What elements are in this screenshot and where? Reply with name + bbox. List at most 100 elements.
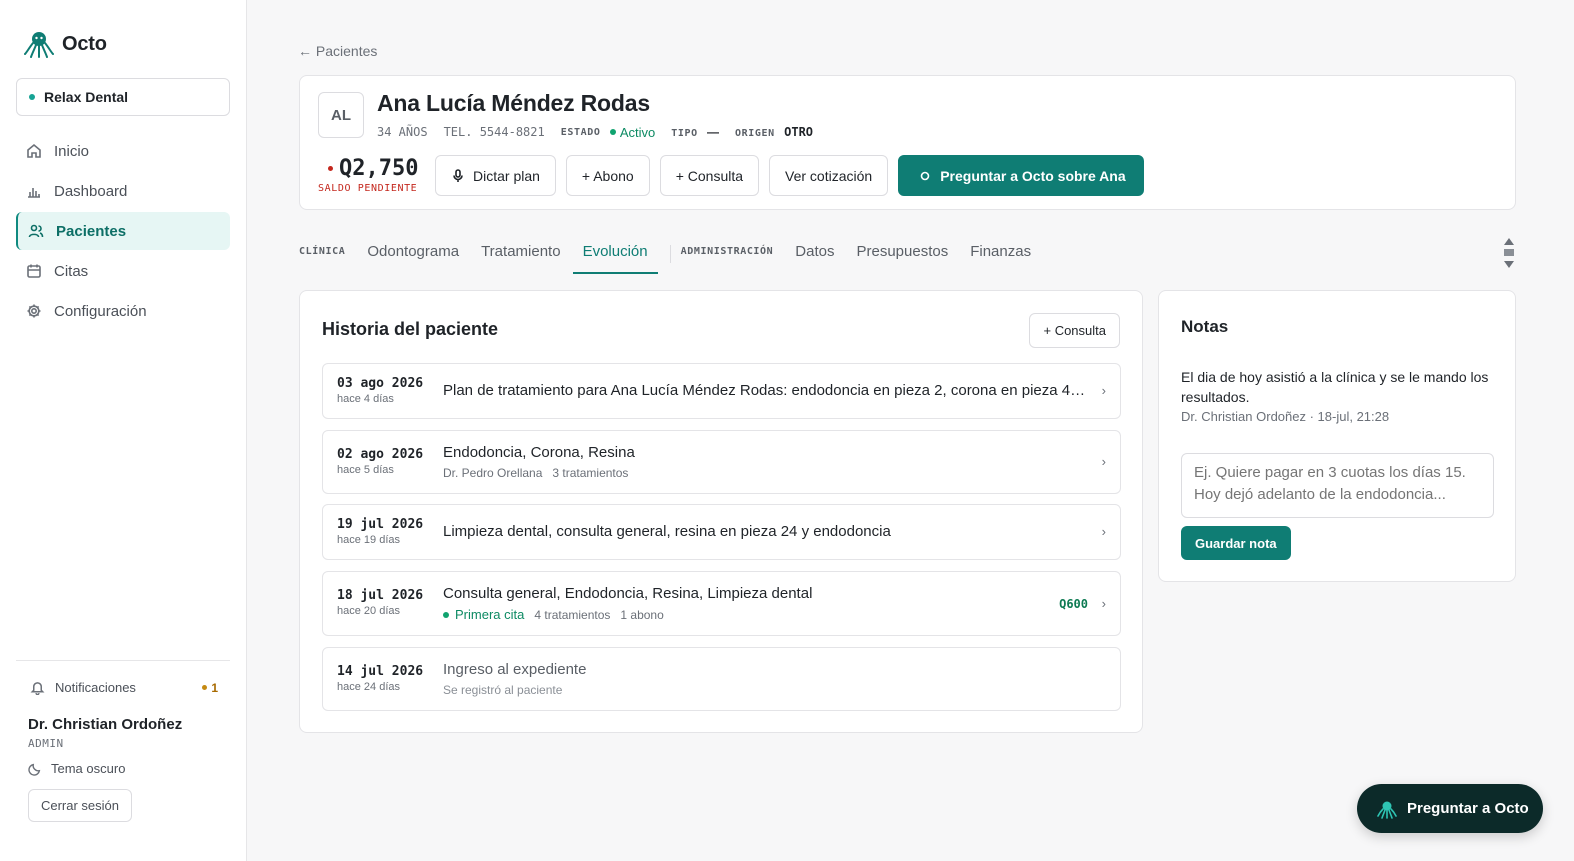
save-note-button[interactable]: Guardar nota	[1181, 526, 1291, 560]
sidebar-divider	[16, 660, 230, 661]
user-role: ADMIN	[28, 737, 64, 750]
sidebar-item-configuracion[interactable]: Configuración	[16, 292, 230, 330]
estado-label: ESTADO	[560, 127, 601, 138]
back-to-patients-link[interactable]: ← Pacientes	[298, 43, 377, 59]
add-consult-button[interactable]: + Consulta	[659, 155, 760, 196]
history-add-consult-button[interactable]: + Consulta	[1029, 313, 1120, 348]
tipo-label: TIPO	[671, 127, 698, 139]
sidebar-item-inicio[interactable]: Inicio	[16, 132, 230, 170]
entry-subtitle: Se registró al paciente	[443, 683, 563, 697]
history-entry: 14 jul 2026 hace 24 días Ingreso al expe…	[322, 647, 1121, 711]
sidebar-item-label: Configuración	[54, 302, 147, 320]
clinic-selector[interactable]: Relax Dental	[16, 78, 230, 116]
user-name: Dr. Christian Ordoñez	[28, 716, 183, 733]
entry-treatments: 4 tratamientos	[534, 607, 611, 622]
patient-tabs: CLÍNICA Odontograma Tratamiento Evolució…	[299, 236, 1053, 274]
entry-date: 14 jul 2026	[337, 664, 424, 679]
dictate-plan-button[interactable]: Dictar plan	[435, 155, 556, 196]
view-quote-button[interactable]: Ver cotización	[769, 155, 889, 196]
estado-value: Activo	[619, 124, 656, 140]
tab-finanzas[interactable]: Finanzas	[970, 236, 1031, 272]
history-entry[interactable]: 19 jul 2026 hace 19 días Limpieza dental…	[322, 504, 1121, 560]
patient-tipo: TIPO —	[671, 125, 719, 139]
octopus-icon	[1377, 801, 1397, 819]
users-icon	[28, 224, 44, 238]
first-visit-label: Primera cita	[455, 607, 525, 622]
tab-datos[interactable]: Datos	[795, 236, 834, 272]
entry-title: Ingreso al expediente	[443, 661, 587, 678]
patient-actions: Dictar plan + Abono + Consulta Ver cotiz…	[435, 155, 1144, 196]
history-entry[interactable]: 18 jul 2026 hace 20 días Consulta genera…	[322, 571, 1121, 636]
note-input[interactable]	[1181, 453, 1494, 518]
patient-name: Ana Lucía Méndez Rodas	[377, 90, 650, 116]
history-entry[interactable]: 03 ago 2026 hace 4 días Plan de tratamie…	[322, 363, 1121, 419]
origen-value: OTRO	[784, 124, 814, 139]
sidebar-item-label: Inicio	[54, 142, 90, 160]
entry-date: 19 jul 2026	[337, 517, 424, 532]
clinic-status-dot	[29, 94, 35, 100]
sidebar-item-dashboard[interactable]: Dashboard	[16, 172, 230, 210]
home-icon	[27, 143, 41, 158]
tab-presupuestos[interactable]: Presupuestos	[856, 236, 948, 272]
chevron-right-icon: ›	[1101, 596, 1106, 611]
note-text: El dia de hoy asistió a la clínica y se …	[1181, 369, 1489, 405]
entry-amount: Q600	[1059, 597, 1088, 611]
notifications-link[interactable]: Notificaciones 1	[30, 680, 218, 695]
entry-title: Endodoncia, Corona, Resina	[443, 444, 635, 461]
dictate-plan-label: Dictar plan	[473, 167, 540, 184]
tab-odontograma[interactable]: Odontograma	[367, 236, 459, 272]
balance-amount-row: Q2,750	[318, 156, 420, 181]
entry-date: 03 ago 2026	[337, 376, 424, 391]
origen-label: ORIGEN	[735, 127, 775, 139]
sidebar-nav: Inicio Dashboard Pacientes Citas Configu…	[16, 132, 230, 332]
first-visit-dot	[443, 611, 449, 618]
moon-icon	[28, 763, 41, 776]
microphone-icon	[453, 168, 463, 182]
sidebar-item-citas[interactable]: Citas	[16, 252, 230, 290]
sidebar-item-label: Pacientes	[56, 222, 127, 240]
entry-title: Consulta general, Endodoncia, Resina, Li…	[443, 585, 813, 602]
status-badge: Activo	[609, 124, 656, 140]
notes-title: Notas	[1181, 317, 1229, 336]
sidebar-item-label: Citas	[54, 262, 89, 280]
entry-ago: hace 4 días	[337, 393, 394, 405]
notification-dot	[202, 685, 208, 690]
pending-balance: Q2,750 SALDO PENDIENTE	[318, 156, 420, 194]
entry-ago: hace 20 días	[337, 605, 400, 617]
entry-subtitle: Dr. Pedro Orellana 3 tratamientos	[443, 466, 628, 480]
brand-name: Octo	[62, 32, 107, 55]
entry-treatments: 3 tratamientos	[552, 466, 629, 480]
patient-age: 34 AÑOS	[377, 124, 428, 139]
entry-title: Limpieza dental, consulta general, resin…	[443, 523, 891, 540]
notifications-label: Notificaciones	[55, 680, 136, 695]
sidebar-item-pacientes[interactable]: Pacientes	[16, 212, 230, 250]
tipo-value: —	[707, 124, 720, 139]
gear-icon	[27, 304, 41, 318]
history-entry[interactable]: 02 ago 2026 hace 5 días Endodoncia, Coro…	[322, 430, 1121, 494]
ask-octo-label: Preguntar a Octo	[1407, 800, 1529, 817]
tab-separator	[669, 245, 671, 263]
logout-button[interactable]: Cerrar sesión	[28, 789, 132, 822]
tab-tratamiento[interactable]: Tratamiento	[481, 236, 560, 272]
entry-date: 02 ago 2026	[337, 447, 424, 462]
patient-phone: TEL. 5544-8821	[443, 124, 545, 139]
brand[interactable]: Octo	[24, 30, 107, 58]
add-payment-button[interactable]: + Abono	[565, 155, 650, 196]
ask-octo-floating-button[interactable]: Preguntar a Octo	[1357, 784, 1543, 833]
ask-octo-patient-label: Preguntar a Octo sobre Ana	[940, 167, 1126, 184]
notes-card: Notas El dia de hoy asistió a la clínica…	[1158, 290, 1516, 582]
tabs-scroll-icon[interactable]	[1502, 236, 1516, 270]
entry-date: 18 jul 2026	[337, 588, 424, 603]
history-title: Historia del paciente	[322, 319, 499, 339]
chevron-right-icon: ›	[1101, 454, 1106, 469]
entry-ago: hace 19 días	[337, 534, 400, 546]
tab-evolucion[interactable]: Evolución	[572, 236, 658, 274]
entry-ago: hace 5 días	[337, 464, 394, 476]
theme-toggle[interactable]: Tema oscuro	[28, 761, 125, 776]
ask-octo-patient-button[interactable]: Preguntar a Octo sobre Ana	[898, 155, 1144, 196]
tab-group-clinica: CLÍNICA	[299, 246, 346, 257]
balance-dot	[328, 166, 333, 171]
clinic-name: Relax Dental	[44, 89, 129, 105]
patient-header-card: AL Ana Lucía Méndez Rodas 34 AÑOS TEL. 5…	[299, 75, 1516, 210]
circle-icon	[920, 171, 930, 180]
